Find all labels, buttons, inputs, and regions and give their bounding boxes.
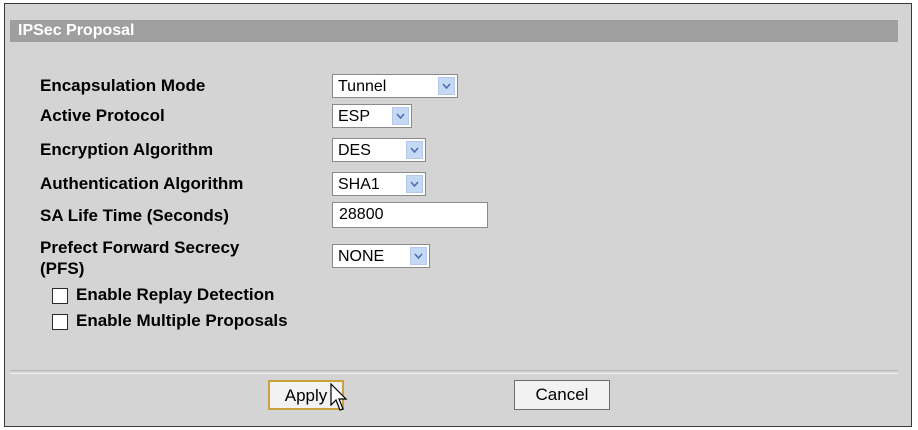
pfs-select[interactable]: NONE [332,244,430,268]
pfs-value: NONE [338,248,385,265]
enable-multiple-proposals-label: Enable Multiple Proposals [76,311,288,330]
chevron-down-icon[interactable] [410,247,427,265]
enable-multiple-proposals-checkbox[interactable] [52,314,68,330]
sa-life-time-label: SA Life Time (Seconds) [40,206,229,225]
chevron-down-icon[interactable] [406,175,423,193]
enable-replay-detection-label: Enable Replay Detection [76,285,275,304]
authentication-algorithm-value: SHA1 [338,176,380,193]
authentication-algorithm-select[interactable]: SHA1 [332,172,426,196]
encapsulation-mode-label: Encapsulation Mode [40,76,206,95]
authentication-algorithm-label: Authentication Algorithm [40,174,244,193]
encryption-algorithm-label: Encryption Algorithm [40,140,214,159]
encryption-algorithm-select[interactable]: DES [332,138,426,162]
mouse-pointer-icon [330,383,348,411]
pfs-label-line2: (PFS) [40,259,85,278]
panel-title: IPSec Proposal [10,20,898,42]
encapsulation-mode-value: Tunnel [338,78,387,95]
chevron-down-icon[interactable] [406,141,423,159]
active-protocol-value: ESP [338,108,371,125]
divider [10,370,898,374]
active-protocol-label: Active Protocol [40,106,165,125]
encapsulation-mode-select[interactable]: Tunnel [332,74,458,98]
encryption-algorithm-value: DES [338,142,371,159]
chevron-down-icon[interactable] [438,77,455,95]
chevron-down-icon[interactable] [392,107,409,125]
pfs-label-line1: Prefect Forward Secrecy [40,238,240,257]
sa-life-time-input[interactable]: 28800 [332,202,488,228]
active-protocol-select[interactable]: ESP [332,104,412,128]
enable-replay-detection-checkbox[interactable] [52,288,68,304]
cancel-button[interactable]: Cancel [514,380,610,410]
